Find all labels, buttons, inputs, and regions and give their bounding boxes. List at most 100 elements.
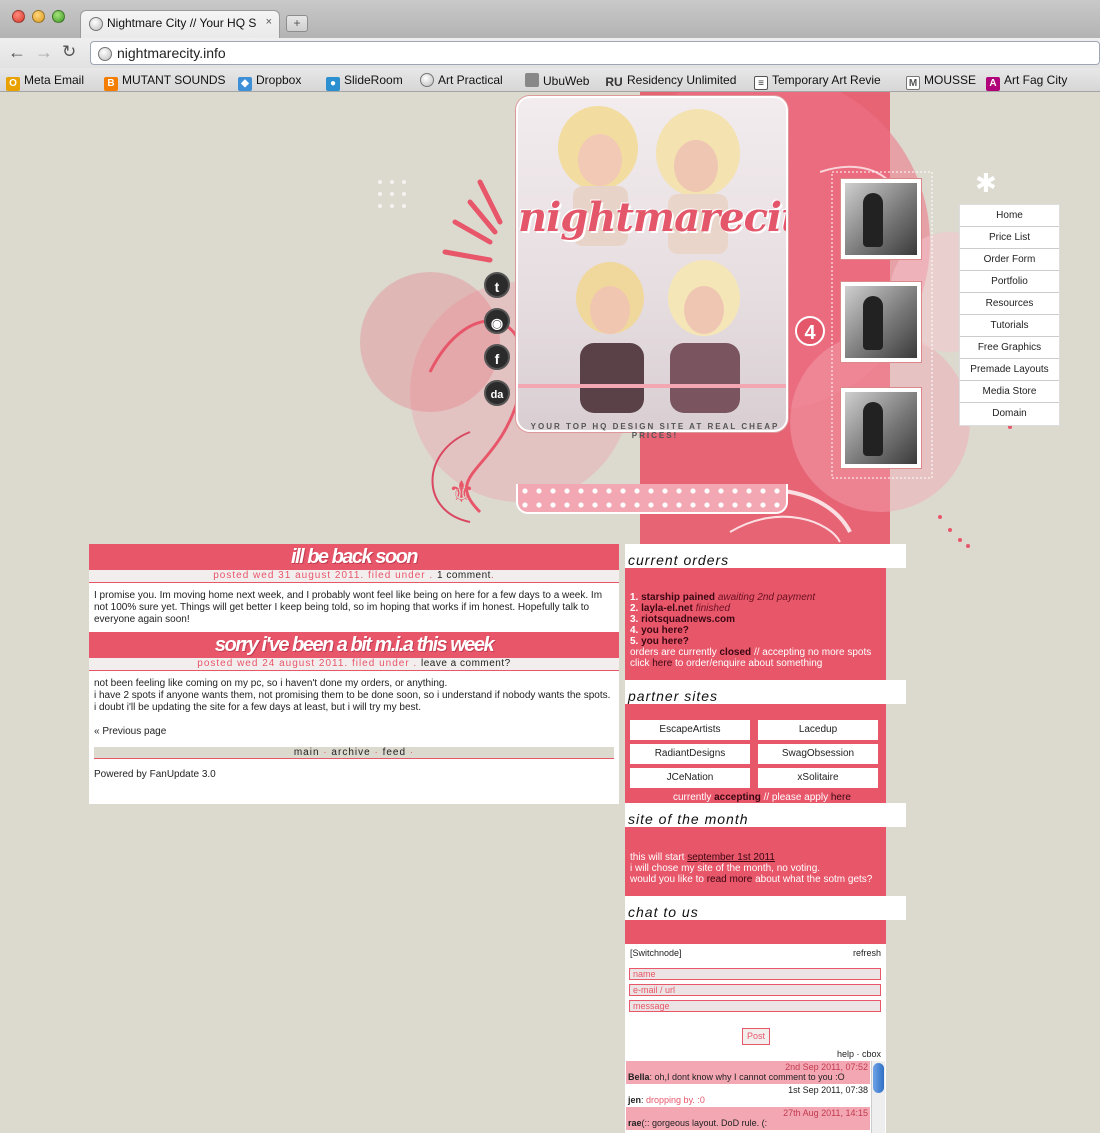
chat-log: 2nd Sep 2011, 07:52 Bella: oh,I dont kno…: [626, 1061, 870, 1133]
order-item: 5. you here?: [630, 636, 689, 647]
nav-order-form[interactable]: Order Form: [960, 249, 1059, 271]
rss-icon[interactable]: ◉: [484, 308, 510, 334]
window-minimize-button[interactable]: [32, 10, 45, 23]
nav-resources[interactable]: Resources: [960, 293, 1059, 315]
bookmark-icon: O: [6, 77, 20, 91]
post-meta: posted wed 31 august 2011. filed under .…: [89, 570, 619, 583]
facebook-icon[interactable]: f: [484, 344, 510, 370]
order-item: 4. you here?: [630, 625, 689, 636]
twitter-icon[interactable]: t: [484, 272, 510, 298]
order-item: 2. layla-el.net finished: [630, 603, 731, 614]
dropbox-icon: ◆: [238, 77, 252, 91]
ru-icon: RU: [605, 75, 623, 89]
list-icon: ≡: [754, 76, 768, 90]
site-nav: Home Price List Order Form Portfolio Res…: [959, 204, 1060, 426]
footer-link-main[interactable]: main: [294, 747, 320, 758]
partner-link[interactable]: JCeNation: [630, 768, 750, 788]
window-maximize-button[interactable]: [52, 10, 65, 23]
chat-refresh-link[interactable]: refresh: [853, 948, 881, 958]
bookmark-mousse[interactable]: M MOUSSE: [906, 73, 976, 90]
chat-heading: chat to us: [625, 896, 906, 920]
orders-cta: click here to order/enquire about someth…: [630, 658, 823, 669]
partner-apply-link[interactable]: here: [831, 792, 851, 803]
afc-icon: A: [986, 77, 1000, 91]
bookmark-residency-unlimited[interactable]: RU Residency Unlimited: [605, 73, 736, 89]
bookmark-slideroom[interactable]: ● SlideRoom: [326, 73, 403, 91]
blogger-icon: B: [104, 77, 118, 91]
news-column: ill be back soon posted wed 31 august 20…: [89, 544, 619, 804]
bookmark-art-fag-city[interactable]: A Art Fag City: [986, 73, 1067, 91]
thumbnail-photo[interactable]: [840, 387, 922, 469]
bookmark-dropbox[interactable]: ◆ Dropbox: [238, 73, 301, 91]
footer-link-archive[interactable]: archive: [331, 747, 370, 758]
chat-box: [Switchnode] refresh name e-mail / url m…: [625, 944, 886, 1133]
order-item: 1. starship pained awaiting 2nd payment: [630, 592, 816, 603]
bookmarks-bar: O Meta Email B MUTANT SOUNDS ◆ Dropbox ● Sli…: [0, 68, 1100, 92]
scrollbar-thumb[interactable]: [873, 1063, 884, 1093]
globe-icon: [98, 47, 112, 61]
post-title[interactable]: ill be back soon: [89, 544, 619, 570]
nav-portfolio[interactable]: Portfolio: [960, 271, 1059, 293]
switchnode-link[interactable]: [Switchnode]: [630, 948, 682, 958]
chat-message: 2nd Sep 2011, 07:52 Bella: oh,I dont kno…: [626, 1061, 870, 1084]
thumbnail-photo[interactable]: [840, 178, 922, 260]
partner-link[interactable]: RadiantDesigns: [630, 744, 750, 764]
bookmark-art-practical[interactable]: Art Practical: [420, 73, 503, 87]
chat-post-button[interactable]: Post: [742, 1028, 770, 1045]
order-here-link[interactable]: here: [652, 658, 672, 669]
nav-domain[interactable]: Domain: [960, 403, 1059, 425]
partner-link[interactable]: SwagObsession: [758, 744, 878, 764]
browser-tab[interactable]: Nightmare City // Your HQ S ×: [80, 10, 280, 38]
url-text: nightmarecity.info: [117, 45, 226, 61]
nav-price-list[interactable]: Price List: [960, 227, 1059, 249]
bookmark-temporary-art-review[interactable]: ≡ Temporary Art Revie: [754, 73, 881, 90]
post-title[interactable]: sorry i've been a bit m.i.a this week: [89, 632, 619, 658]
version-badge: 4: [795, 316, 825, 346]
browser-toolbar: ← → ↻ nightmarecity.info: [0, 38, 1100, 68]
nav-media-store[interactable]: Media Store: [960, 381, 1059, 403]
nav-premade-layouts[interactable]: Premade Layouts: [960, 359, 1059, 381]
partner-link[interactable]: xSolitaire: [758, 768, 878, 788]
chat-scrollbar[interactable]: [871, 1061, 885, 1133]
chat-email-input[interactable]: e-mail / url: [629, 984, 881, 996]
deviantart-icon[interactable]: da: [484, 380, 510, 406]
footer-link-feed[interactable]: feed: [383, 747, 406, 758]
previous-page-link[interactable]: « Previous page: [89, 726, 619, 737]
chat-message-link[interactable]: dropping by. :0: [646, 1095, 705, 1105]
partner-link[interactable]: EscapeArtists: [630, 720, 750, 740]
forward-arrow-icon[interactable]: →: [35, 43, 53, 61]
sotm-date-link[interactable]: september 1st 2011: [687, 852, 775, 863]
comments-link[interactable]: 1 comment: [437, 570, 491, 581]
post: ill be back soon posted wed 31 august 20…: [89, 544, 619, 632]
post-body: not been feeling like coming on my pc, s…: [94, 678, 611, 713]
sotm-read-more-link[interactable]: read more: [707, 874, 753, 885]
partner-link[interactable]: Lacedup: [758, 720, 878, 740]
post: sorry i've been a bit m.i.a this week po…: [89, 632, 619, 720]
bookmark-mutant-sounds[interactable]: B MUTANT SOUNDS: [104, 73, 226, 91]
chat-help-links[interactable]: help · cbox: [837, 1049, 881, 1059]
site-logo[interactable]: nightmarecity: [518, 194, 786, 241]
post-meta: posted wed 24 august 2011. filed under .…: [89, 658, 619, 671]
chat-message: 27th Aug 2011, 14:15 rae(:: gorgeous lay…: [626, 1107, 870, 1130]
mousse-icon: M: [906, 76, 920, 90]
models-illustration: [518, 106, 786, 413]
powered-by: Powered by FanUpdate 3.0: [94, 769, 216, 780]
tab-close-icon[interactable]: ×: [266, 16, 272, 28]
comments-link[interactable]: leave a comment?: [421, 658, 511, 669]
bookmark-meta-email[interactable]: O Meta Email: [6, 73, 84, 91]
current-orders-heading: current orders: [625, 544, 906, 568]
ubuweb-icon: [525, 73, 539, 87]
back-arrow-icon[interactable]: ←: [8, 43, 26, 61]
new-tab-button[interactable]: +: [286, 15, 308, 32]
thumbnail-photo[interactable]: [840, 281, 922, 363]
chat-message-input[interactable]: message: [629, 1000, 881, 1012]
window-close-button[interactable]: [12, 10, 25, 23]
nav-home[interactable]: Home: [960, 205, 1059, 227]
bookmark-ubuweb[interactable]: UbuWeb: [525, 73, 589, 88]
nav-free-graphics[interactable]: Free Graphics: [960, 337, 1059, 359]
orders-list: 1. starship pained awaiting 2nd payment …: [630, 592, 871, 669]
chat-name-input[interactable]: name: [629, 968, 881, 980]
nav-tutorials[interactable]: Tutorials: [960, 315, 1059, 337]
reload-icon[interactable]: ↻: [62, 43, 76, 61]
address-bar[interactable]: nightmarecity.info: [90, 41, 1100, 65]
